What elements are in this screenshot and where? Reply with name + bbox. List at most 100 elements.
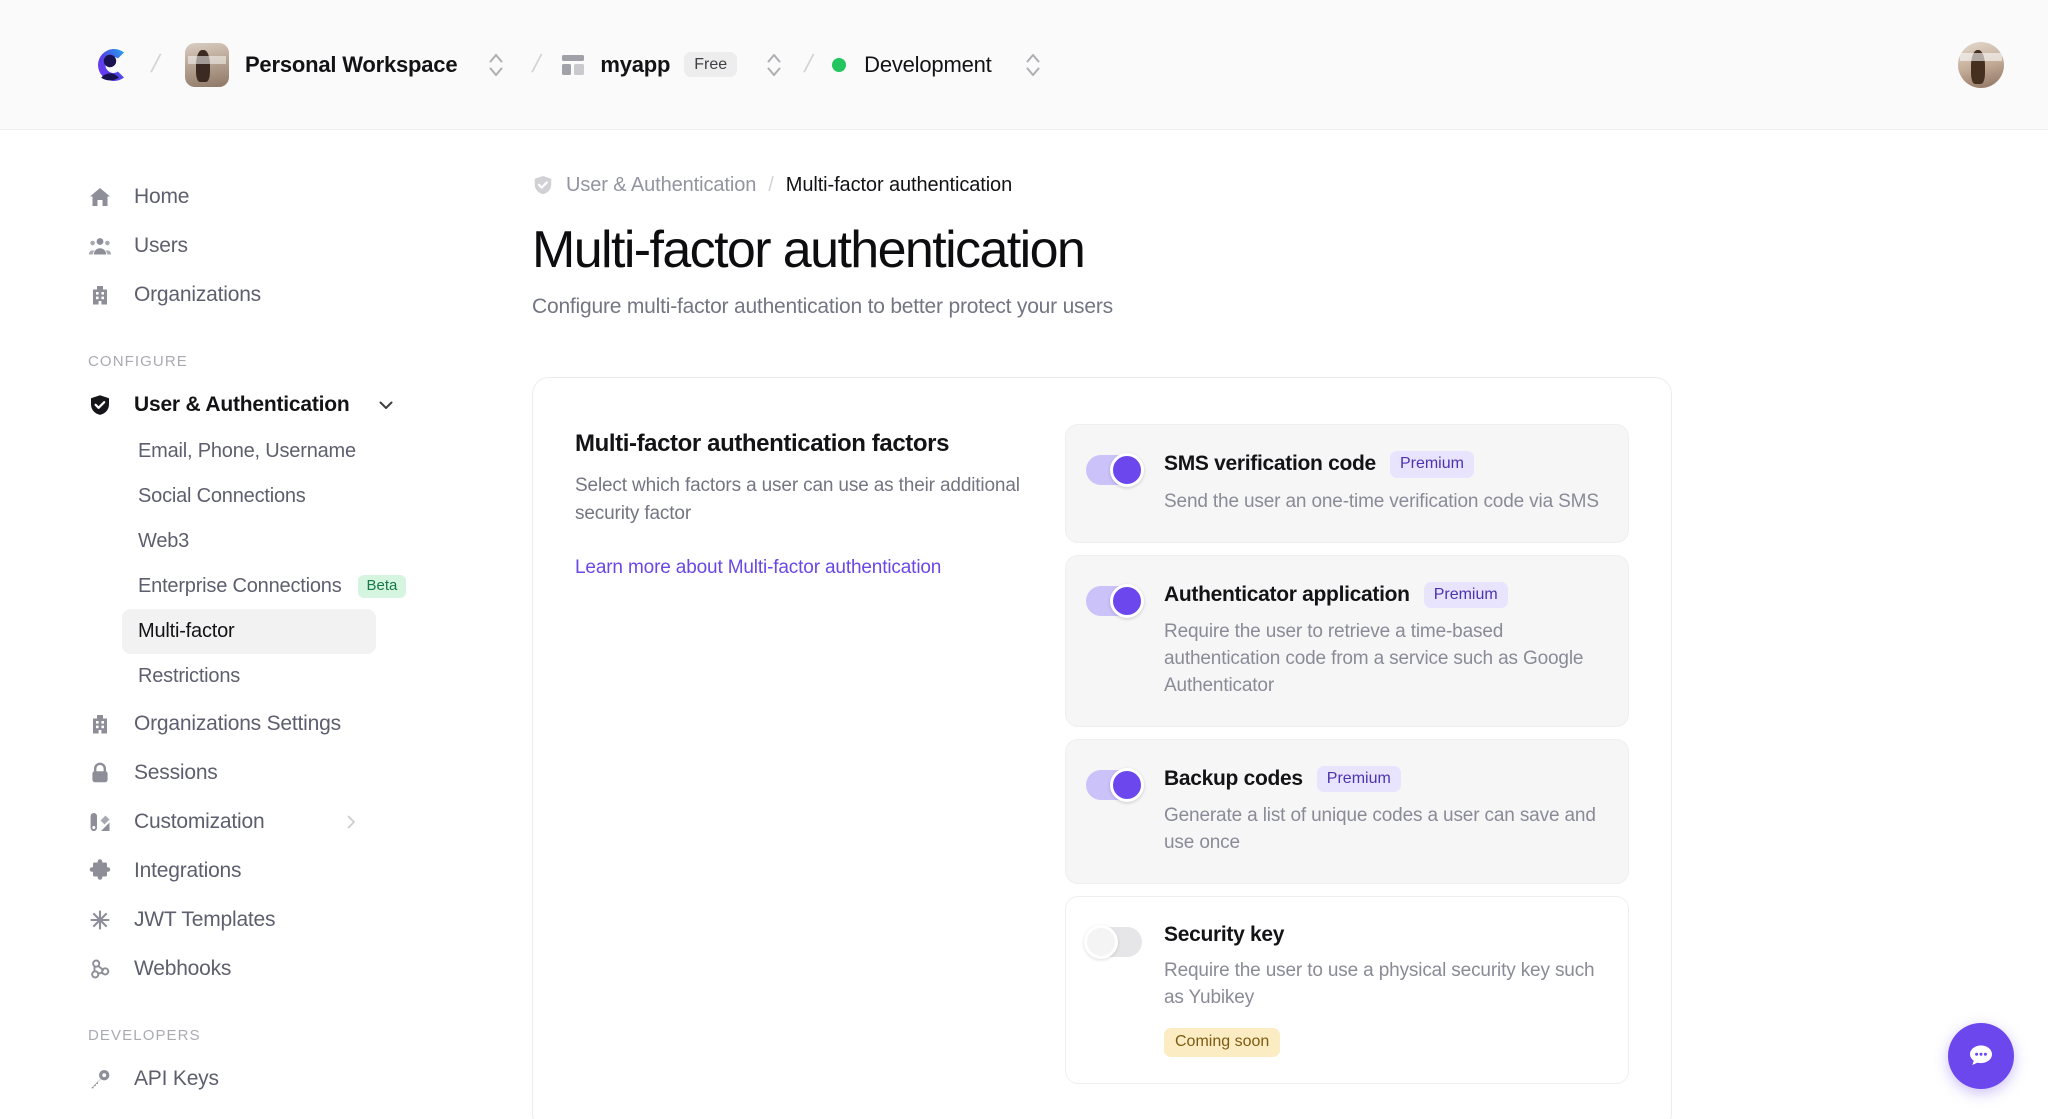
premium-badge: Premium <box>1423 581 1508 608</box>
breadcrumb-separator-2: / <box>530 50 544 78</box>
factor-title-row: Security key <box>1164 923 1604 947</box>
breadcrumb: User & Authentication / Multi-factor aut… <box>532 170 1948 200</box>
workspace-switcher[interactable]: Personal Workspace <box>179 39 513 91</box>
toggle-authenticator-application[interactable] <box>1086 583 1144 618</box>
puzzle-icon <box>88 858 112 883</box>
sidebar-item-social-connections[interactable]: Social Connections <box>122 474 376 519</box>
sidebar-item-label: User & Authentication <box>134 392 350 416</box>
sidebar-item-webhooks[interactable]: Webhooks <box>72 944 376 993</box>
sidebar-item-label: Sessions <box>134 760 218 784</box>
factor-title-row: SMS verification code Premium <box>1164 451 1604 478</box>
page-title: Multi-factor authentication <box>532 221 1086 279</box>
key-icon <box>88 1067 112 1091</box>
sidebar-item-organizations-settings[interactable]: Organizations Settings <box>72 699 376 748</box>
organizations-icon <box>88 712 112 736</box>
user-avatar[interactable] <box>1958 41 2004 88</box>
home-icon <box>88 185 112 209</box>
organizations-icon <box>88 283 112 307</box>
factor-row-security-key: Security key Require the user to use a p… <box>1065 896 1629 1084</box>
customization-icon <box>88 810 112 834</box>
chevron-right-icon[interactable] <box>342 813 360 831</box>
mfa-card-description: Select which factors a user can use as t… <box>575 475 1020 524</box>
learn-more-link[interactable]: Learn more about Multi-factor authentica… <box>575 557 941 579</box>
coming-soon-badge: Coming soon <box>1164 1028 1281 1057</box>
app-grid-icon <box>560 52 586 78</box>
toggle-knob <box>1110 453 1144 488</box>
sidebar-item-multi-factor[interactable]: Multi-factor <box>122 609 376 654</box>
factor-title: Backup codes <box>1164 767 1303 791</box>
sidebar-item-label: Web3 <box>138 530 190 552</box>
workspace-avatar <box>184 42 229 87</box>
sidebar-item-sessions[interactable]: Sessions <box>72 748 376 797</box>
factor-row-authenticator-application: Authenticator application Premium Requir… <box>1065 554 1629 727</box>
factor-body: Authenticator application Premium Requir… <box>1164 581 1604 700</box>
breadcrumb-current: Multi-factor authentication <box>785 173 1013 196</box>
chevron-updown-icon[interactable] <box>1022 48 1044 82</box>
beta-badge: Beta <box>357 575 407 598</box>
factor-title: Authenticator application <box>1164 582 1410 606</box>
chat-support-button[interactable] <box>1948 1023 2014 1089</box>
sidebar-item-label: JWT Templates <box>134 907 276 931</box>
sidebar-item-label: Organizations <box>134 282 261 306</box>
sidebar-item-label: Multi-factor <box>138 620 235 642</box>
sidebar-item-label: Integrations <box>134 858 242 882</box>
sidebar-item-organizations[interactable]: Organizations <box>72 270 376 319</box>
toggle-knob <box>1110 583 1144 618</box>
lock-icon <box>88 761 112 785</box>
sidebar-item-label: API Keys <box>134 1066 219 1090</box>
mfa-card: Multi-factor authentication factors Sele… <box>532 377 1672 1119</box>
sidebar-item-integrations[interactable]: Integrations <box>72 846 376 895</box>
sidebar-item-label: Organizations Settings <box>134 711 341 735</box>
main-content: User & Authentication / Multi-factor aut… <box>440 130 2048 1119</box>
users-icon <box>88 234 112 258</box>
toggle-sms-verification-code[interactable] <box>1086 453 1144 488</box>
chevron-updown-icon[interactable] <box>763 48 785 82</box>
sidebar-item-user-authentication[interactable]: User & Authentication <box>72 380 393 429</box>
environment-switcher[interactable]: Development <box>832 48 1043 82</box>
sidebar-item-email-phone-username[interactable]: Email, Phone, Username <box>122 429 376 474</box>
app-switcher[interactable]: myapp Free <box>560 48 785 82</box>
toggle-knob <box>1084 925 1118 960</box>
factor-body: SMS verification code Premium Send the u… <box>1164 451 1604 515</box>
sidebar-item-web3[interactable]: Web3 <box>122 519 376 564</box>
factor-body: Security key Require the user to use a p… <box>1164 923 1604 1057</box>
sidebar-item-home[interactable]: Home <box>72 172 376 221</box>
factor-description: Require the user to retrieve a time-base… <box>1164 620 1584 696</box>
clerk-logo-icon[interactable] <box>88 43 132 87</box>
sidebar-item-users[interactable]: Users <box>72 221 376 270</box>
factor-description: Require the user to use a physical secur… <box>1164 960 1595 1009</box>
toggle-security-key[interactable] <box>1084 925 1142 960</box>
breadcrumb-parent[interactable]: User & Authentication <box>566 174 756 197</box>
toggle-backup-codes[interactable] <box>1086 767 1144 802</box>
webhooks-icon <box>88 957 112 981</box>
toggle-knob <box>1110 767 1144 802</box>
sidebar-item-api-keys[interactable]: API Keys <box>72 1054 376 1103</box>
sidebar-item-label: Restrictions <box>138 665 241 687</box>
sidebar-section-configure: Configure <box>88 353 188 370</box>
sidebar-item-customization[interactable]: Customization <box>72 797 376 846</box>
sidebar-item-enterprise-connections[interactable]: Enterprise Connections Beta <box>122 564 407 609</box>
chevron-down-icon[interactable] <box>376 395 396 415</box>
sidebar-item-label: Email, Phone, Username <box>138 440 356 462</box>
sidebar-item-label: Home <box>134 184 190 208</box>
sidebar-item-label: Customization <box>134 809 265 833</box>
app-name: myapp <box>600 51 671 77</box>
factor-row-backup-codes: Backup codes Premium Generate a list of … <box>1065 738 1629 885</box>
breadcrumb-separator-3: / <box>801 50 816 78</box>
factor-title: SMS verification code <box>1164 452 1376 476</box>
chevron-updown-icon[interactable] <box>485 48 507 82</box>
factor-body: Backup codes Premium Generate a list of … <box>1164 765 1604 857</box>
sidebar-item-jwt-templates[interactable]: JWT Templates <box>72 895 376 944</box>
sidebar-item-restrictions[interactable]: Restrictions <box>122 654 376 699</box>
premium-badge: Premium <box>1316 765 1401 793</box>
sidebar-item-label: Social Connections <box>138 485 306 507</box>
mfa-factor-list: SMS verification code Premium Send the u… <box>1065 424 1629 1084</box>
mfa-card-left: Multi-factor authentication factors Sele… <box>575 424 1045 1083</box>
shield-check-icon <box>88 393 112 417</box>
sidebar-item-label: Enterprise Connections <box>138 575 342 597</box>
sidebar-section-developers: Developers <box>88 1027 201 1044</box>
breadcrumb-separator-1: / <box>148 50 163 78</box>
top-bar: / Personal Workspace / myapp Free / Deve… <box>0 0 2048 130</box>
factor-description: Send the user an one-time verification c… <box>1164 490 1599 512</box>
sidebar-item-label: Users <box>134 233 188 257</box>
